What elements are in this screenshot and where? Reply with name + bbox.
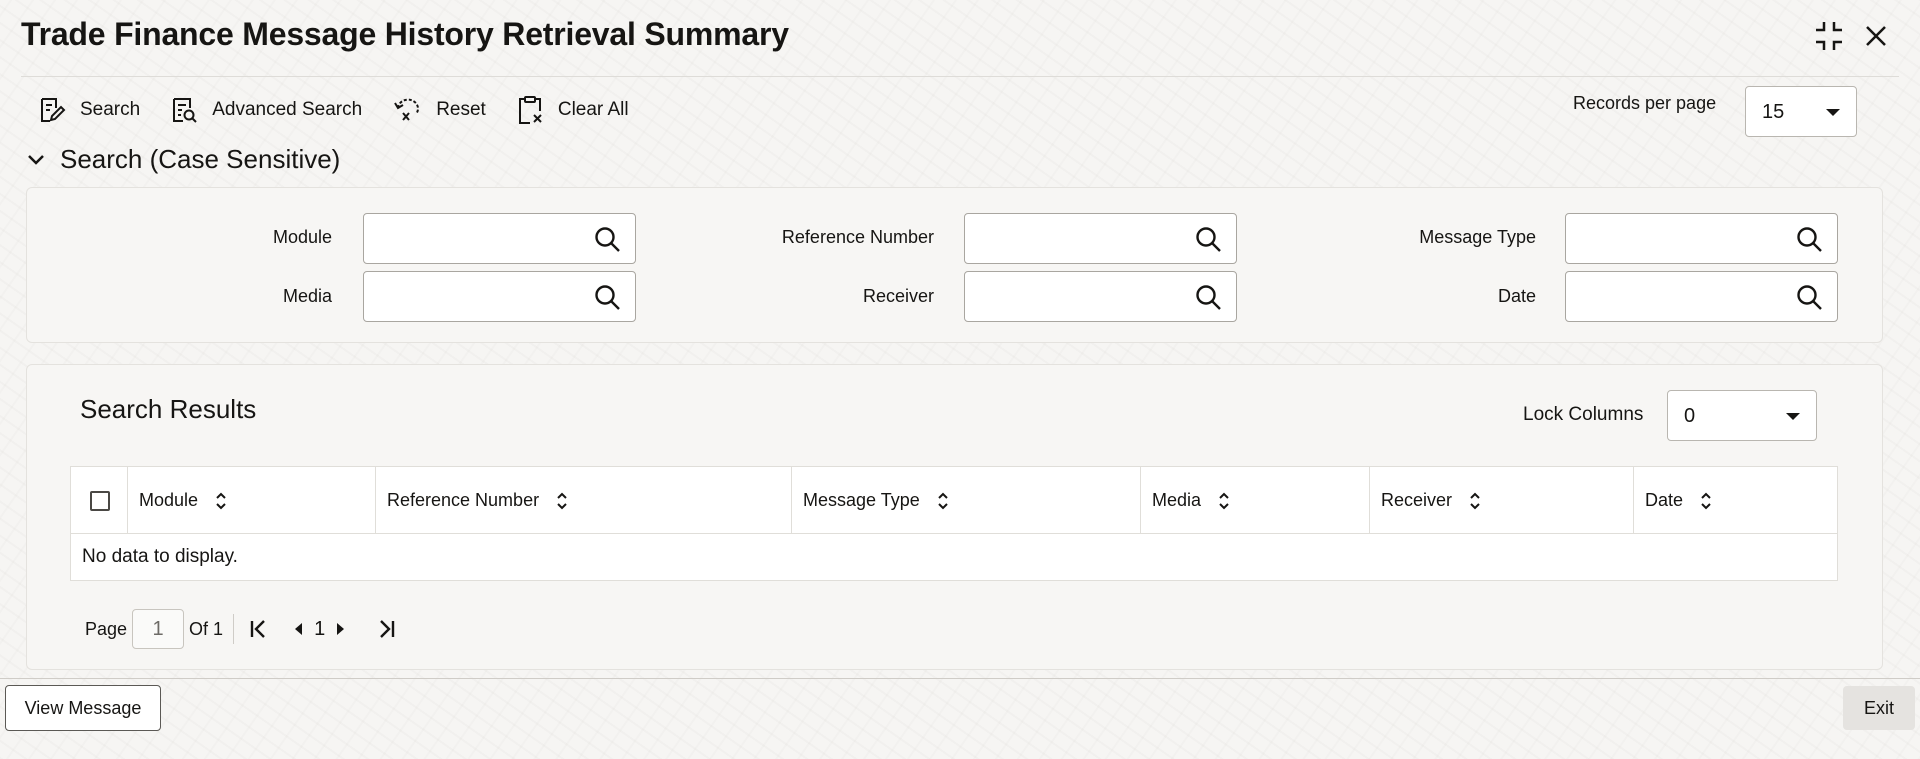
column-header-date[interactable]: Date: [1634, 467, 1837, 534]
column-header-label: Receiver: [1381, 490, 1453, 510]
footer-divider: [0, 678, 1920, 679]
column-header-reference-number[interactable]: Reference Number: [376, 467, 792, 534]
search-section-title: Search (Case Sensitive): [60, 144, 341, 174]
chevron-down-icon: [28, 154, 44, 165]
records-per-page-value: 15: [1762, 101, 1785, 123]
column-header-label: Date: [1645, 490, 1684, 510]
sort-icon: [1470, 492, 1480, 509]
lock-columns-select[interactable]: 0: [1667, 390, 1817, 441]
pager-divider: [233, 614, 235, 644]
sort-icon: [1701, 492, 1711, 509]
first-page-icon: [250, 620, 265, 638]
reset-icon: [394, 98, 420, 121]
search-icon[interactable]: [594, 284, 621, 311]
search-icon[interactable]: [1195, 284, 1222, 311]
chevron-down-icon: [1826, 109, 1840, 116]
lock-columns-value: 0: [1684, 405, 1696, 427]
column-header-module[interactable]: Module: [128, 467, 376, 534]
receiver-label: Receiver: [862, 286, 934, 306]
column-header-receiver[interactable]: Receiver: [1370, 467, 1634, 534]
search-button-label: Search: [80, 99, 141, 120]
column-header-label: Reference Number: [387, 490, 540, 510]
column-header-media[interactable]: Media: [1141, 467, 1370, 534]
page-number-input[interactable]: 1: [132, 609, 185, 649]
select-all-column: [71, 467, 128, 534]
maximize-icon[interactable]: [1814, 20, 1844, 52]
first-page-button[interactable]: [248, 618, 270, 640]
sort-icon: [938, 492, 948, 509]
media-field[interactable]: [363, 271, 636, 322]
column-header-label: Media: [1152, 490, 1202, 510]
results-title: Search Results: [80, 394, 257, 424]
view-message-button[interactable]: View Message: [5, 685, 161, 731]
clear-all-button[interactable]: Clear All: [516, 92, 629, 128]
page-label: Page: [85, 618, 128, 639]
last-page-icon: [380, 620, 395, 638]
records-per-page-select[interactable]: 15: [1745, 86, 1857, 137]
advanced-search-icon: [173, 98, 197, 123]
chevron-down-icon: [1786, 413, 1800, 420]
search-doc-icon: [41, 98, 66, 122]
current-page-number: 1: [314, 617, 326, 640]
reset-label: Reset: [436, 99, 486, 120]
reference-number-field[interactable]: [964, 213, 1237, 264]
caret-right-icon: [337, 623, 345, 635]
page-of-label: Of 1: [189, 618, 224, 639]
next-page-button[interactable]: [335, 621, 347, 637]
records-per-page-label: Records per page: [1573, 93, 1717, 113]
previous-page-button[interactable]: [292, 621, 304, 637]
select-all-checkbox[interactable]: [90, 491, 110, 511]
date-label: Date: [1497, 286, 1536, 306]
message-type-label: Message Type: [1419, 227, 1536, 247]
message-type-field[interactable]: [1565, 213, 1838, 264]
search-button[interactable]: Search: [38, 92, 140, 128]
caret-left-icon: [295, 623, 303, 635]
clipboard-clear-icon: [518, 96, 542, 124]
search-icon[interactable]: [1796, 284, 1823, 311]
search-section-toggle[interactable]: Search (Case Sensitive): [26, 144, 340, 175]
search-icon[interactable]: [594, 226, 621, 253]
clear-all-label: Clear All: [557, 99, 629, 120]
sort-icon: [557, 492, 567, 509]
column-header-label: Message Type: [803, 490, 920, 510]
toolbar: Search Advanced Search Reset Clear All: [38, 92, 659, 128]
column-header-message-type[interactable]: Message Type: [792, 467, 1141, 534]
reference-number-label: Reference Number: [781, 227, 934, 247]
title-divider: [21, 76, 1899, 77]
search-icon[interactable]: [1195, 226, 1222, 253]
title-bar: Trade Finance Message History Retrieval …: [0, 0, 1920, 76]
receiver-field[interactable]: [964, 271, 1237, 322]
last-page-button[interactable]: [375, 618, 397, 640]
page-title: Trade Finance Message History Retrieval …: [21, 16, 789, 52]
column-header-label: Module: [139, 490, 199, 510]
empty-table-message: No data to display.: [82, 546, 238, 567]
results-table: Module Reference Number Message Type Med…: [70, 466, 1838, 581]
sort-icon: [216, 492, 226, 509]
module-field[interactable]: [363, 213, 636, 264]
advanced-search-button[interactable]: Advanced Search: [170, 92, 362, 128]
search-icon[interactable]: [1796, 226, 1823, 253]
module-label: Module: [272, 227, 332, 247]
reset-button[interactable]: Reset: [392, 92, 486, 128]
close-icon[interactable]: [1862, 22, 1890, 50]
advanced-search-label: Advanced Search: [212, 99, 363, 120]
lock-columns-label: Lock Columns: [1523, 404, 1644, 425]
table-header: Module Reference Number Message Type Med…: [71, 467, 1837, 534]
sort-icon: [1219, 492, 1229, 509]
media-label: Media: [282, 286, 332, 306]
date-field[interactable]: [1565, 271, 1838, 322]
exit-button[interactable]: Exit: [1843, 686, 1915, 730]
pagination: Page 1 Of 1 1: [85, 608, 397, 650]
